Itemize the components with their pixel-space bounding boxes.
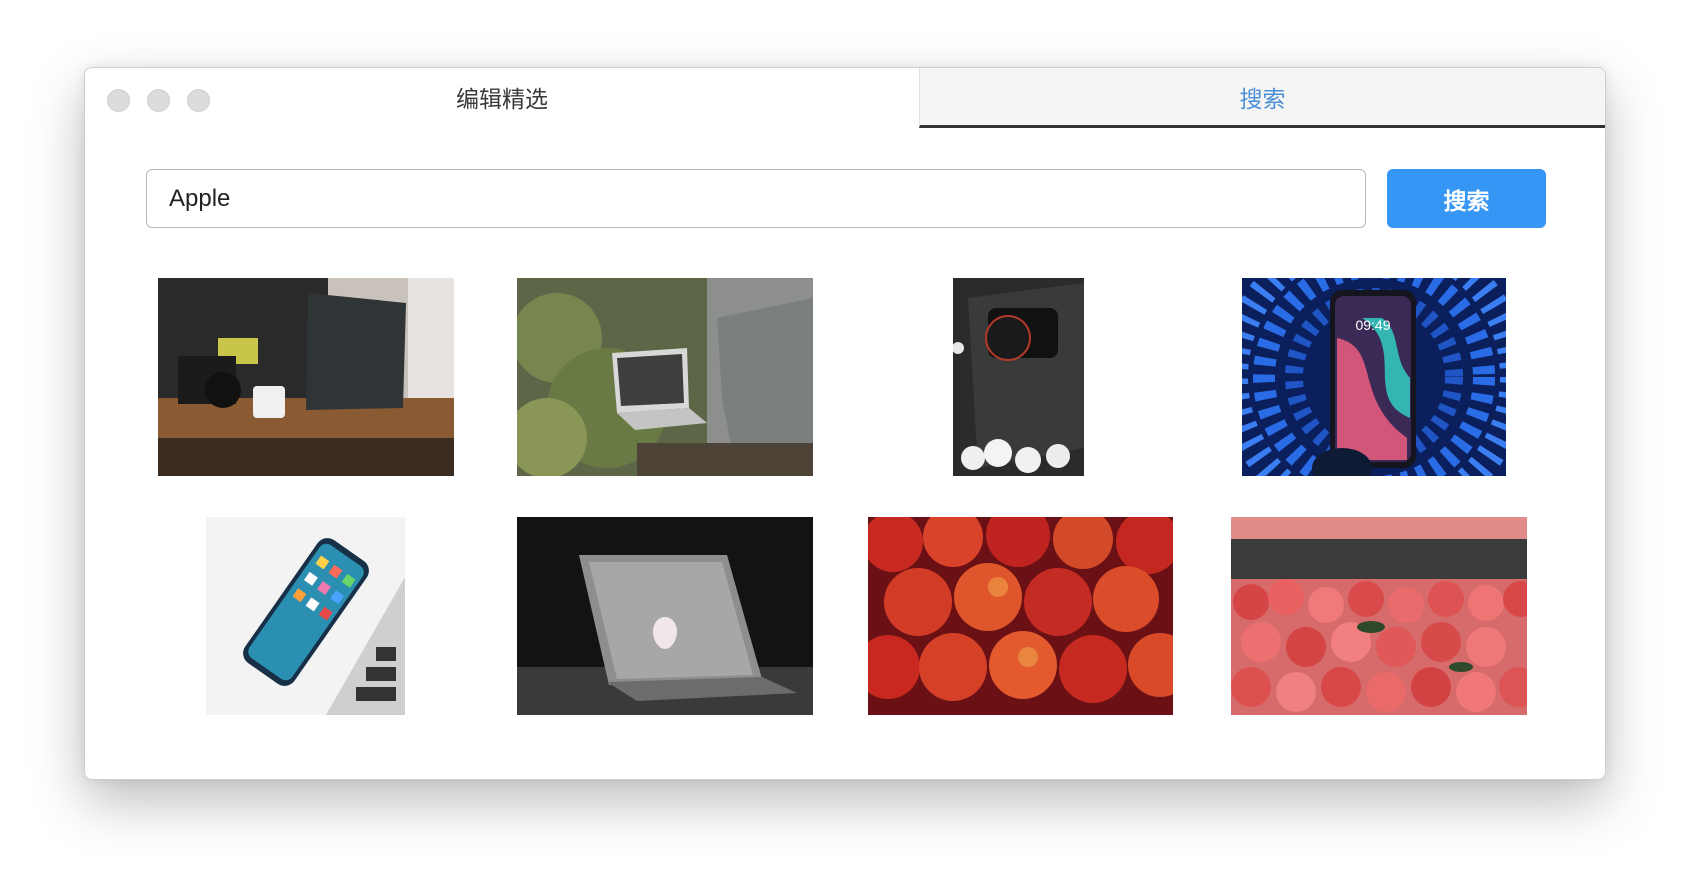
result-image-laptop-plants[interactable] [517, 278, 813, 476]
app-window: 编辑精选 搜索 搜索 [84, 67, 1606, 780]
minimize-window-button[interactable] [147, 89, 170, 112]
tab-search[interactable]: 搜索 [919, 68, 1605, 128]
result-image-iphone-keyboard[interactable] [206, 517, 405, 715]
close-window-button[interactable] [107, 89, 130, 112]
titlebar: 编辑精选 搜索 [85, 68, 1605, 128]
result-image-macbook-dark[interactable] [517, 517, 813, 715]
result-image-laptop-desk[interactable] [158, 278, 454, 476]
search-button[interactable]: 搜索 [1387, 169, 1546, 228]
tab-editor-picks[interactable]: 编辑精选 [85, 68, 919, 128]
search-input[interactable] [146, 169, 1366, 228]
result-image-camera-laptop[interactable] [953, 278, 1084, 476]
zoom-window-button[interactable] [187, 89, 210, 112]
result-image-red-apples-crate[interactable] [1231, 517, 1527, 715]
svg-text:09:49: 09:49 [1355, 317, 1390, 333]
result-image-red-apples-pile[interactable] [868, 517, 1173, 715]
result-image-iphone-blue-tunnel[interactable]: 09:49 [1242, 278, 1506, 476]
